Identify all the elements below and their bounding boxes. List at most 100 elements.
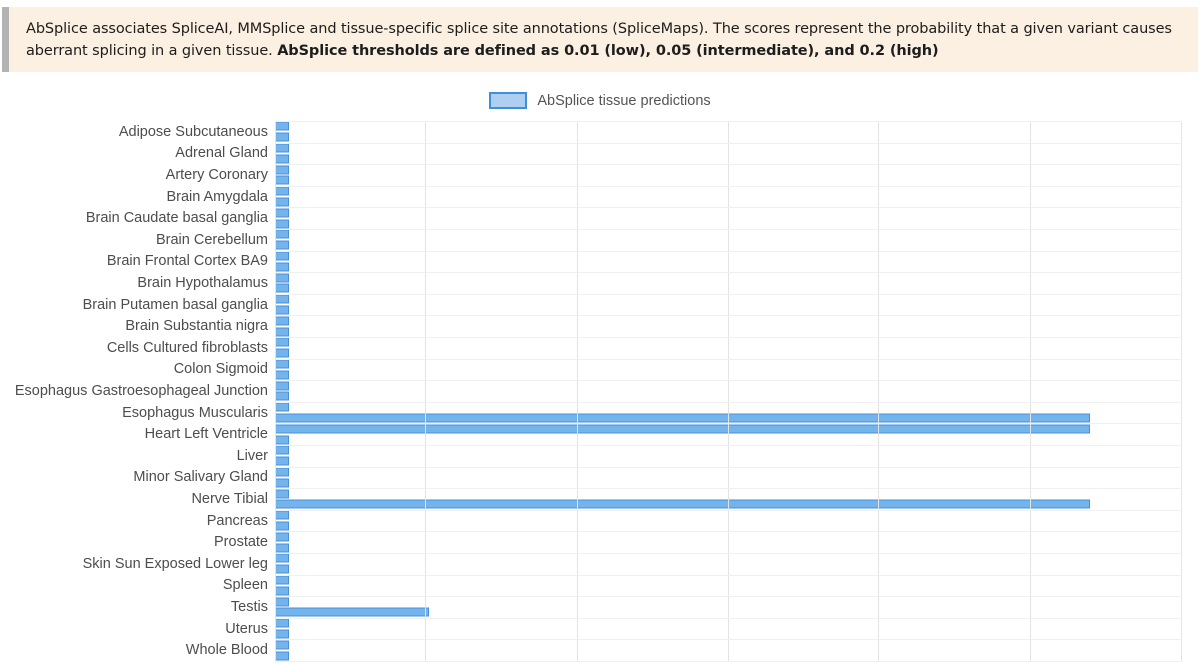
bar[interactable]	[275, 327, 290, 337]
gridline-horizontal	[275, 294, 1182, 295]
bar[interactable]	[275, 424, 1091, 434]
bar[interactable]	[275, 197, 290, 207]
gridline-horizontal	[275, 229, 1182, 230]
bar[interactable]	[275, 489, 290, 499]
gridline-vertical	[728, 121, 729, 661]
bar[interactable]	[275, 348, 290, 358]
bar[interactable]	[275, 316, 290, 326]
y-axis-label: Skin Sun Exposed Lower leg	[82, 555, 268, 572]
bar[interactable]	[275, 121, 290, 131]
bar[interactable]	[275, 132, 290, 142]
bar[interactable]	[275, 370, 290, 380]
bar[interactable]	[275, 510, 290, 520]
bar[interactable]	[275, 240, 290, 250]
y-axis-label: Nerve Tibial	[191, 491, 268, 507]
y-axis-label: Spleen	[222, 577, 268, 594]
gridline-horizontal	[275, 207, 1182, 208]
y-axis-label: Brain Frontal Cortex BA9	[106, 253, 268, 270]
bar[interactable]	[275, 435, 290, 445]
bar[interactable]	[275, 499, 1091, 509]
bar[interactable]	[275, 543, 290, 553]
bar[interactable]	[275, 618, 290, 628]
bar[interactable]	[275, 381, 290, 391]
bar[interactable]	[275, 165, 290, 175]
gridline-horizontal	[275, 575, 1182, 576]
y-axis-label: Minor Salivary Gland	[133, 469, 268, 486]
bar[interactable]	[275, 651, 290, 661]
legend-label: AbSplice tissue predictions	[537, 92, 711, 109]
bar[interactable]	[275, 262, 290, 272]
y-axis-label: Heart Left Ventricle	[144, 426, 268, 443]
bar[interactable]	[275, 597, 290, 607]
bar[interactable]	[275, 283, 290, 293]
gridline-horizontal	[275, 531, 1182, 532]
y-axis-label: Prostate	[214, 534, 268, 551]
bar[interactable]	[275, 629, 290, 639]
gridline-horizontal	[275, 272, 1182, 273]
bar[interactable]	[275, 467, 290, 477]
gridline-vertical	[425, 121, 427, 661]
plot-area	[275, 121, 1182, 662]
y-axis-label: Uterus	[225, 620, 268, 637]
bar[interactable]	[275, 208, 290, 218]
gridline-horizontal	[275, 618, 1182, 619]
bar[interactable]	[275, 478, 290, 488]
bar[interactable]	[275, 305, 290, 315]
bar[interactable]	[275, 175, 290, 185]
bar[interactable]	[275, 359, 290, 369]
bar[interactable]	[275, 219, 290, 229]
y-axis-label: Artery Coronary	[165, 167, 268, 183]
y-axis-label: Pancreas	[206, 512, 268, 529]
y-axis-label: Brain Caudate basal ganglia	[85, 210, 268, 227]
y-axis-label: Liver	[236, 447, 268, 464]
gridline-horizontal	[275, 315, 1182, 316]
y-axis-label: Colon Sigmoid	[173, 361, 268, 378]
gridline-horizontal	[275, 639, 1182, 640]
bar[interactable]	[275, 575, 290, 585]
y-axis-labels: Adipose Subcutaneous Adrenal Gland Artery …	[0, 121, 268, 661]
y-axis-label: Adipose Subcutaneous	[118, 123, 268, 140]
bar[interactable]	[275, 521, 290, 531]
y-axis-label: Esophagus Muscularis	[122, 404, 268, 421]
bar[interactable]	[275, 532, 290, 542]
y-axis-label: Esophagus Gastroesophageal Junction	[14, 383, 268, 399]
bar[interactable]	[275, 456, 290, 466]
bar[interactable]	[275, 143, 290, 153]
bar[interactable]	[275, 586, 290, 596]
y-axis-label: Cells Cultured fibroblasts	[106, 339, 268, 356]
y-axis-label: Brain Substantia nigra	[125, 318, 268, 335]
absplice-tissue-chart: AbSplice tissue predictions Adipose Subc…	[0, 80, 1200, 666]
bar[interactable]	[275, 640, 290, 650]
chart-legend: AbSplice tissue predictions	[0, 92, 1200, 109]
bar[interactable]	[275, 229, 290, 239]
bar[interactable]	[275, 607, 430, 617]
gridline-horizontal	[275, 661, 1182, 662]
bar[interactable]	[275, 445, 290, 455]
bar[interactable]	[275, 186, 290, 196]
bar[interactable]	[275, 564, 290, 574]
bar[interactable]	[275, 273, 290, 283]
info-banner: AbSplice associates SpliceAI, MMSplice a…	[2, 7, 1198, 72]
bar[interactable]	[275, 337, 290, 347]
gridline-horizontal	[275, 251, 1182, 252]
bar[interactable]	[275, 402, 290, 412]
y-axis-label: Brain Putamen basal ganglia	[82, 296, 268, 313]
bar[interactable]	[275, 391, 290, 401]
y-axis-label: Brain Hypothalamus	[137, 275, 268, 291]
y-axis-label: Adrenal Gland	[175, 145, 268, 162]
gridline-horizontal	[275, 121, 1182, 122]
bar[interactable]	[275, 294, 290, 304]
bar[interactable]	[275, 251, 290, 261]
info-banner-text: AbSplice associates SpliceAI, MMSplice a…	[9, 18, 1198, 62]
bar[interactable]	[275, 154, 290, 164]
bar[interactable]	[275, 413, 1091, 423]
gridline-vertical	[275, 121, 276, 661]
bar[interactable]	[275, 553, 290, 563]
gridline-horizontal	[275, 467, 1182, 468]
info-banner-thresholds: AbSplice thresholds are defined as 0.01 …	[277, 42, 939, 59]
gridline-horizontal	[275, 510, 1182, 511]
y-axis-label: Testis	[230, 599, 268, 615]
gridline-horizontal	[275, 553, 1182, 554]
gridline-horizontal	[275, 488, 1182, 489]
gridline-horizontal	[275, 445, 1182, 446]
